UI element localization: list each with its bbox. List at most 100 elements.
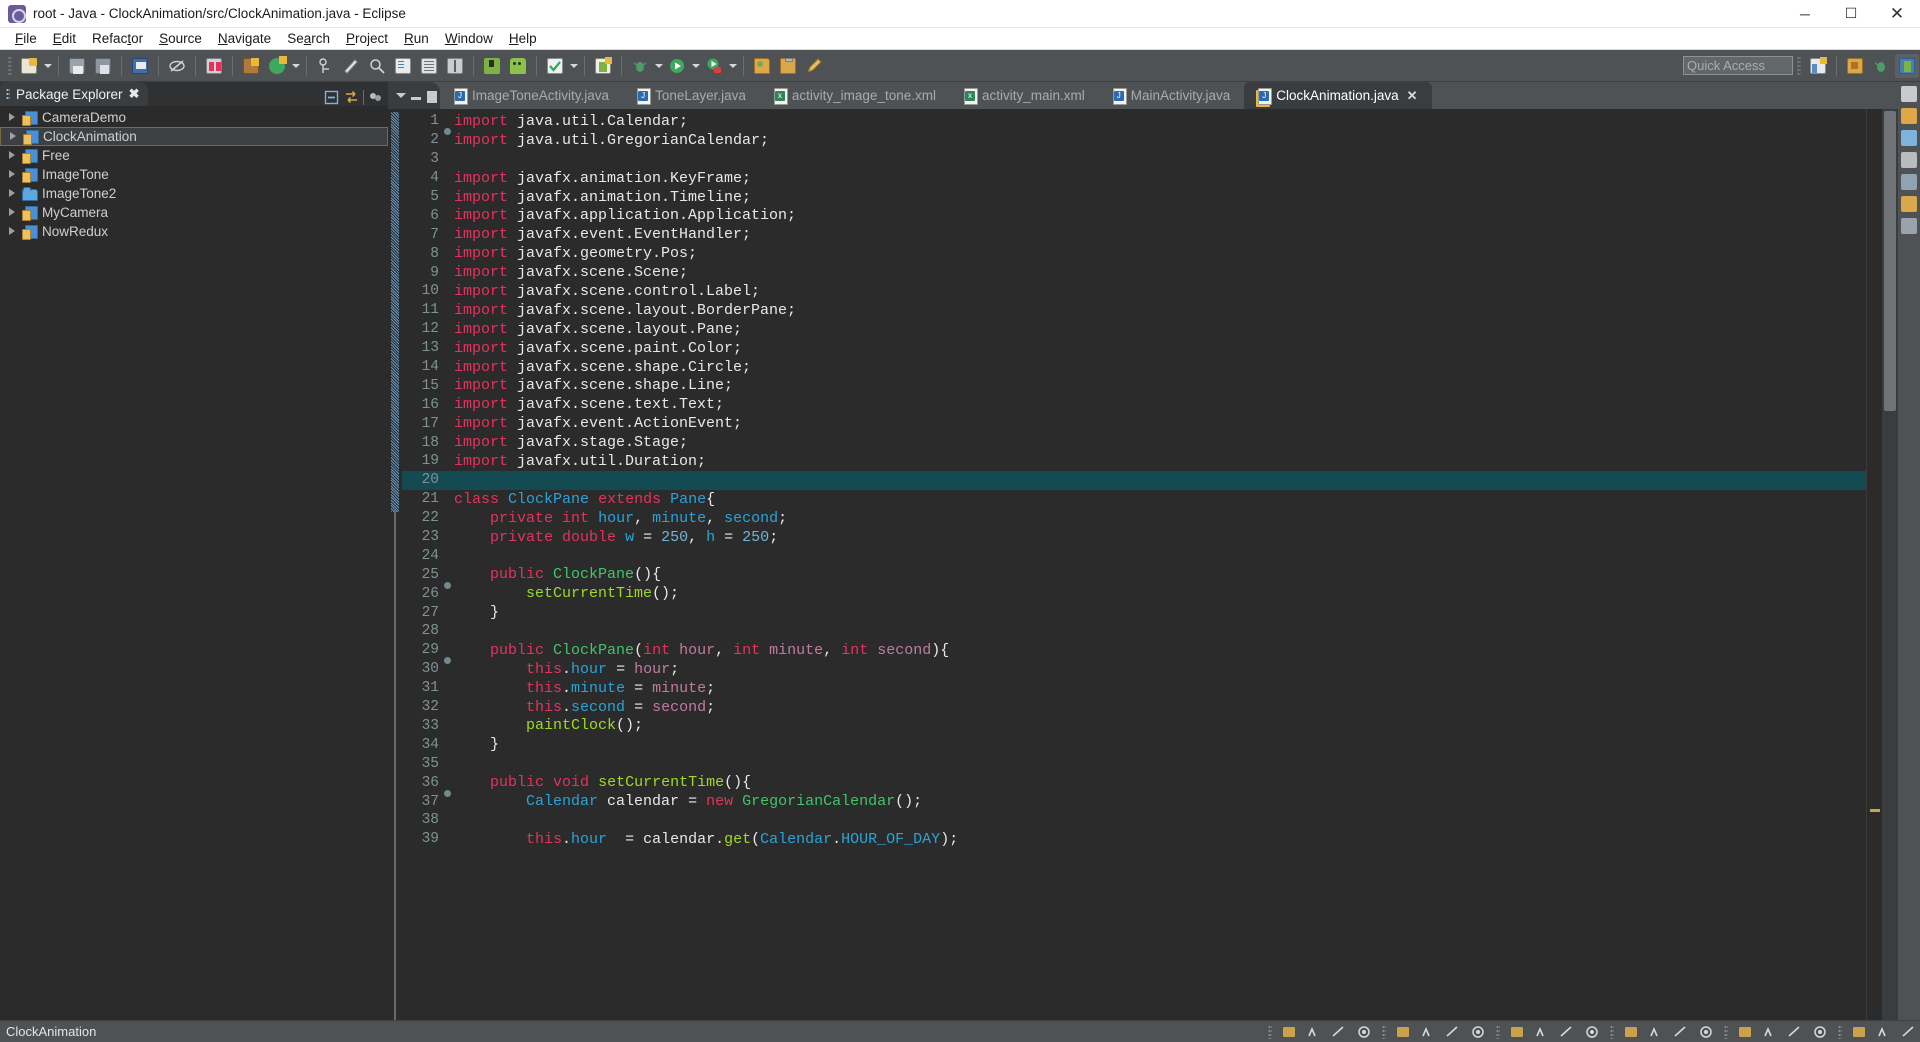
run-button[interactable] [665, 54, 689, 78]
edit-pencil-button[interactable] [802, 54, 826, 78]
code-line[interactable]: 11 import javafx.scene.layout.BorderPane; [402, 301, 1866, 320]
status-icon-13[interactable] [1621, 1023, 1642, 1041]
java-perspective-button[interactable] [1843, 54, 1867, 78]
toggle-mark-occurrences-button[interactable] [165, 54, 189, 78]
new-java-class-dropdown[interactable] [290, 54, 301, 78]
android-sdk-manager-button[interactable] [480, 54, 504, 78]
code-line[interactable]: 27 } [402, 603, 1866, 622]
code-line[interactable]: 13 import javafx.scene.paint.Color; [402, 339, 1866, 358]
debug-dropdown[interactable] [653, 54, 664, 78]
status-icon-7[interactable] [1443, 1023, 1464, 1041]
code-line[interactable]: 29 public ClockPane(int hour, int minute… [402, 641, 1866, 665]
maximize-button[interactable]: ☐ [1828, 0, 1874, 28]
run-last-button[interactable] [702, 54, 726, 78]
menu-edit[interactable]: Edit [45, 30, 84, 47]
tree-item-clockanimation[interactable]: ClockAnimation [0, 127, 388, 146]
code-line[interactable]: 39 this.hour = calendar.get(Calendar.HOU… [402, 830, 1866, 849]
search-button[interactable] [365, 54, 389, 78]
next-annotation-button[interactable] [391, 54, 415, 78]
javadoc-view-icon[interactable] [1901, 218, 1917, 234]
code-line[interactable]: 32 this.second = second; [402, 698, 1866, 717]
tab-close-icon[interactable]: ✕ [1407, 88, 1418, 104]
outline-view-icon[interactable] [1901, 108, 1917, 124]
maximize-icon[interactable] [427, 90, 438, 103]
scrollbar-thumb[interactable] [1884, 111, 1896, 411]
package-explorer-tree[interactable]: CameraDemo ClockAnimation Free ImageTone [0, 106, 388, 1020]
new-annotation-button[interactable] [313, 54, 337, 78]
code-line[interactable]: 34 } [402, 735, 1866, 754]
quick-access-input[interactable]: Quick Access [1683, 56, 1793, 75]
status-icon-10[interactable] [1532, 1023, 1553, 1041]
code-line[interactable]: 20 [402, 470, 1866, 490]
tab-list-icon[interactable] [395, 90, 406, 101]
run-dropdown[interactable] [690, 54, 701, 78]
link-with-editor-icon[interactable] [343, 89, 360, 106]
status-icon-19[interactable] [1785, 1023, 1806, 1041]
tab-clockanimation-java[interactable]: ClockAnimation.java ✕ [1244, 82, 1432, 109]
tree-item-free[interactable]: Free [0, 146, 388, 165]
code-line[interactable]: 15 import javafx.scene.shape.Line; [402, 376, 1866, 395]
menu-refactor[interactable]: Refactor [84, 30, 151, 47]
menu-search[interactable]: Search [279, 30, 338, 47]
console-view-icon[interactable] [1901, 174, 1917, 190]
properties-view-icon[interactable] [1901, 152, 1917, 168]
toolbar-grip-right[interactable] [1797, 55, 1801, 76]
chevron-right-icon[interactable] [8, 189, 17, 198]
status-icon-12[interactable] [1582, 1023, 1603, 1041]
minimize-button[interactable]: ─ [1782, 0, 1828, 28]
debug-button[interactable] [628, 54, 652, 78]
tree-item-camerademo[interactable]: CameraDemo [0, 108, 388, 127]
restore-icon[interactable] [1901, 86, 1917, 102]
toggle-breakpoint-button[interactable] [202, 54, 226, 78]
code-line[interactable]: 37 Calendar calendar = new GregorianCale… [402, 792, 1866, 811]
code-line[interactable]: 6 import javafx.application.Application; [402, 206, 1866, 225]
code-line[interactable]: 18 import javafx.stage.Stage; [402, 433, 1866, 452]
code-line[interactable]: 23 private double w = 250, h = 250; [402, 528, 1866, 547]
new-java-package-button[interactable] [239, 54, 263, 78]
debug-perspective-button[interactable] [1869, 54, 1893, 78]
code-line[interactable]: 1 import java.util.Calendar; [402, 112, 1866, 136]
menu-file[interactable]: File [7, 30, 45, 47]
code-line[interactable]: 35 [402, 754, 1866, 773]
tab-imagetoneactivity-java[interactable]: ImageToneActivity.java [440, 82, 623, 109]
code-line[interactable]: 28 [402, 622, 1866, 641]
status-icon-23[interactable] [1899, 1023, 1920, 1041]
status-icon-14[interactable] [1646, 1023, 1667, 1041]
task-list-icon[interactable] [1901, 130, 1917, 146]
clipboard-button[interactable] [776, 54, 800, 78]
code-line[interactable]: 14 import javafx.scene.shape.Circle; [402, 358, 1866, 377]
code-line[interactable]: 30 this.hour = hour; [402, 660, 1866, 679]
status-icon-3[interactable] [1329, 1023, 1350, 1041]
print-button[interactable] [128, 54, 152, 78]
code-line[interactable]: 16 import javafx.scene.text.Text; [402, 395, 1866, 414]
code-line[interactable]: 24 [402, 546, 1866, 565]
status-icon-17[interactable] [1735, 1023, 1756, 1041]
code-line[interactable]: 19 import javafx.util.Duration; [402, 452, 1866, 471]
package-explorer-close-icon[interactable]: ✖ [129, 86, 140, 102]
status-icon-18[interactable] [1760, 1023, 1781, 1041]
status-icon-22[interactable] [1874, 1023, 1895, 1041]
code-line[interactable]: 25 public ClockPane(){ [402, 565, 1866, 589]
tree-item-imagetone[interactable]: ImageTone [0, 165, 388, 184]
toolbar-grip[interactable] [8, 55, 12, 76]
collapse-all-icon[interactable] [323, 89, 340, 106]
open-type-button[interactable] [339, 54, 363, 78]
menu-window[interactable]: Window [437, 30, 501, 47]
menu-run[interactable]: Run [396, 30, 437, 47]
new-perspective-button[interactable] [1806, 54, 1830, 78]
android-avd-manager-button[interactable] [506, 54, 530, 78]
status-icon-1[interactable] [1279, 1023, 1300, 1041]
package-explorer-tab[interactable]: Package Explorer ✖ [0, 82, 149, 106]
code-lines[interactable]: 1 import java.util.Calendar; 2 import java.… [402, 109, 1866, 1020]
menu-navigate[interactable]: Navigate [210, 30, 279, 47]
view-menu-icon[interactable] [367, 89, 384, 106]
code-line[interactable]: 12 import javafx.scene.layout.Pane; [402, 320, 1866, 339]
chevron-right-icon[interactable] [8, 151, 17, 160]
status-grip-5[interactable] [1724, 1024, 1728, 1039]
code-line[interactable]: 4 import javafx.animation.KeyFrame; [402, 169, 1866, 188]
menu-help[interactable]: Help [501, 30, 545, 47]
tab-tonelayer-java[interactable]: ToneLayer.java [623, 82, 760, 109]
code-line[interactable]: 22 private int hour, minute, second; [402, 509, 1866, 528]
new-wizard-dropdown[interactable] [42, 54, 53, 78]
code-line[interactable]: 17 import javafx.event.ActionEvent; [402, 414, 1866, 433]
